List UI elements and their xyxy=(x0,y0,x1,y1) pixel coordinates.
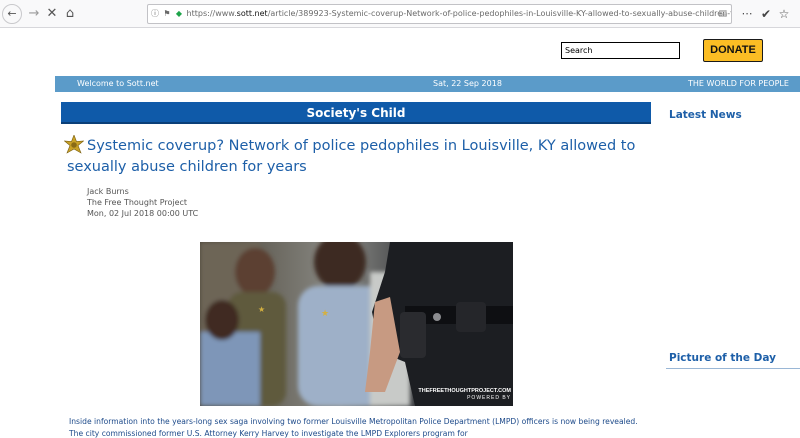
tracking-shield-icon[interactable]: ⚑ xyxy=(162,5,172,23)
ticker-text[interactable]: THE WORLD FOR PEOPLE xyxy=(688,76,789,92)
url-host: sott.net xyxy=(236,9,268,18)
article-source[interactable]: The Free Thought Project xyxy=(87,197,198,208)
article-hero-image: ★ ★ xyxy=(200,242,513,406)
sidebar-divider xyxy=(666,368,800,369)
url-prefix: https://www. xyxy=(186,9,237,18)
current-date: Sat, 22 Sep 2018 xyxy=(433,79,502,88)
image-watermark: THEFREETHOUGHTPROJECT.COM POWERED BY xyxy=(415,388,511,402)
search-input[interactable] xyxy=(561,42,680,59)
svg-text:★: ★ xyxy=(321,308,329,318)
article-author[interactable]: Jack Burns xyxy=(87,186,198,197)
back-icon[interactable]: ← xyxy=(2,4,22,24)
latest-news-heading[interactable]: Latest News xyxy=(669,109,742,121)
welcome-text: Welcome to Sott.net xyxy=(77,79,159,88)
section-title[interactable]: Society's Child xyxy=(61,102,651,124)
bookmark-star-icon[interactable]: ☆ xyxy=(775,4,793,24)
article-date: Mon, 02 Jul 2018 00:00 UTC xyxy=(87,209,199,218)
watermark-title: THEFREETHOUGHTPROJECT.COM xyxy=(418,388,511,394)
svg-text:★: ★ xyxy=(258,305,265,314)
lock-icon[interactable]: ◆ xyxy=(174,5,184,23)
forward-icon[interactable]: → xyxy=(24,4,44,24)
url-path: /article/389923-Systemic-coverup-Network… xyxy=(267,9,732,18)
stop-icon[interactable]: ✕ xyxy=(42,4,62,24)
reader-view-icon[interactable]: ▤ xyxy=(718,5,727,23)
info-icon[interactable]: ⓘ xyxy=(150,5,160,23)
donate-button[interactable]: DONATE xyxy=(703,39,763,62)
article-meta: Jack Burns The Free Thought Project Mon,… xyxy=(87,186,198,219)
article-headline[interactable]: Systemic coverup? Network of police pedo… xyxy=(67,136,637,178)
site-topbar: Welcome to Sott.net Sat, 22 Sep 2018 THE… xyxy=(55,76,800,92)
picture-of-the-day-heading[interactable]: Picture of the Day xyxy=(669,352,776,364)
watermark-sub: POWERED BY xyxy=(467,395,511,401)
more-dots-icon[interactable]: ⋯ xyxy=(738,4,756,24)
browser-toolbar: ← → ✕ ⌂ ⓘ ⚑ ◆ https://www.sott.net/article… xyxy=(0,0,800,28)
article-body: Inside information into the years-long s… xyxy=(69,417,638,438)
home-icon[interactable]: ⌂ xyxy=(60,4,80,24)
pocket-icon[interactable]: ✔ xyxy=(757,4,775,24)
address-bar[interactable]: ⓘ ⚑ ◆ https://www.sott.net/article/389923-… xyxy=(147,4,732,24)
